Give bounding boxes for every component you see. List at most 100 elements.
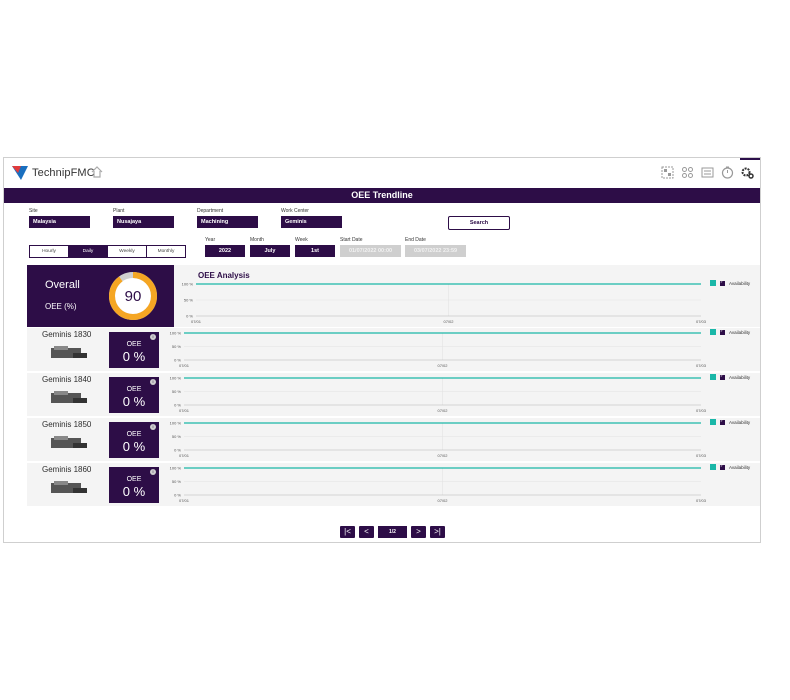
department-label: Department	[197, 208, 224, 214]
chart-legend[interactable]: Availability	[710, 328, 750, 335]
list-icon[interactable]	[701, 166, 714, 179]
end-date-field[interactable]: 03/07/2022 23:59	[405, 245, 466, 257]
search-button[interactable]: Search	[448, 216, 510, 230]
info-icon[interactable]: i	[150, 469, 156, 475]
top-bar: TechnipFMC	[4, 158, 760, 188]
overall-value: 90	[125, 288, 142, 305]
week-select[interactable]: 1st	[295, 245, 335, 257]
machine-image-icon	[51, 436, 87, 448]
x-tick-label: 07/01	[179, 498, 190, 503]
brand-name: TechnipFMC	[32, 167, 95, 179]
y-tick-label: 0 %	[186, 314, 193, 319]
chart-legend[interactable]: Availability	[710, 279, 751, 286]
start-date-field[interactable]: 01/07/2022 00:00	[340, 245, 401, 257]
month-label: Month	[250, 237, 264, 243]
home-icon[interactable]	[91, 166, 103, 178]
machine-chart: 100 % 50 % 0 %07/01 07/02 07/03	[170, 466, 707, 504]
period-tabs: Hourly Daily Weekly Monthly	[29, 245, 186, 258]
legend-checkbox[interactable]	[720, 418, 725, 425]
overall-gauge: 90	[109, 272, 157, 320]
info-icon[interactable]: i	[150, 424, 156, 430]
chart-legend[interactable]: Availability	[710, 463, 750, 470]
machine-chart: 100 % 50 % 0 %07/01 07/02 07/03	[170, 421, 707, 459]
machine-oee-card[interactable]: OEE 0 % i	[109, 467, 159, 503]
chart-legend[interactable]: Availability	[710, 373, 751, 380]
oee-analysis-chart: 100 % 50 % 0 %07/01 07/02 07/03	[182, 282, 707, 325]
tab-hourly[interactable]: Hourly	[30, 246, 69, 257]
y-tick-label: 0 %	[174, 493, 181, 498]
department-select[interactable]: Machining	[197, 216, 258, 228]
grid-icon[interactable]	[681, 166, 694, 179]
x-tick-label: 07/02	[443, 319, 454, 324]
site-label: Site	[29, 208, 38, 214]
info-icon[interactable]: i	[150, 379, 156, 385]
legend-label: Availability	[729, 280, 751, 286]
oee-value: 0 %	[122, 484, 146, 499]
x-tick-label: 07/03	[696, 363, 707, 368]
x-tick-label: 07/01	[179, 363, 190, 368]
month-select[interactable]: July	[250, 245, 290, 257]
machine-chart: 100 % 50 % 0 %07/01 07/02 07/03	[170, 331, 707, 369]
oee-value: 0 %	[122, 394, 146, 409]
year-select[interactable]: 2022	[205, 245, 245, 257]
end-date-label: End Date	[405, 237, 426, 243]
machine-image-icon	[51, 481, 87, 493]
first-page-button[interactable]: |<	[340, 526, 355, 538]
machine-name: Geminis 1850	[42, 420, 92, 429]
tab-weekly[interactable]: Weekly	[108, 246, 147, 257]
page-indicator: 1/2	[378, 526, 407, 538]
y-tick-label: 100 %	[170, 421, 182, 426]
machine-image-icon	[51, 346, 87, 358]
x-tick-label: 07/03	[696, 408, 707, 413]
legend-checkbox[interactable]	[720, 373, 725, 380]
brand-logo[interactable]: TechnipFMC	[12, 166, 95, 180]
y-tick-label: 0 %	[174, 358, 181, 363]
pagination: |< < 1/2 > >|	[340, 526, 445, 538]
x-tick-label: 07/03	[696, 319, 707, 324]
machine-oee-card[interactable]: OEE 0 % i	[109, 422, 159, 458]
prev-page-button[interactable]: <	[359, 526, 374, 538]
toolbar-icons	[661, 166, 754, 179]
legend-swatch	[710, 329, 716, 335]
legend-checkbox[interactable]	[720, 279, 725, 286]
site-select[interactable]: Malaysia	[29, 216, 90, 228]
machine-name: Geminis 1830	[42, 330, 92, 339]
machine-oee-card[interactable]: OEE 0 % i	[109, 332, 159, 368]
y-tick-label: 50 %	[172, 344, 182, 349]
y-tick-label: 100 %	[170, 466, 182, 471]
legend-label: Availability	[729, 374, 751, 380]
work-center-label: Work Center	[281, 208, 309, 214]
last-page-button[interactable]: >|	[430, 526, 445, 538]
y-tick-label: 100 %	[170, 376, 182, 381]
legend-swatch	[710, 464, 716, 470]
next-page-button[interactable]: >	[411, 526, 426, 538]
y-tick-label: 100 %	[170, 331, 182, 336]
info-icon[interactable]: i	[150, 334, 156, 340]
legend-checkbox[interactable]	[720, 328, 725, 335]
x-tick-label: 07/02	[437, 453, 448, 458]
tab-monthly[interactable]: Monthly	[147, 246, 185, 257]
timer-icon[interactable]	[721, 166, 734, 179]
legend-swatch	[710, 374, 716, 380]
oee-label: OEE	[126, 341, 142, 348]
overall-oee-card: Overall OEE (%) 90	[27, 265, 174, 327]
oee-label: OEE	[126, 386, 142, 393]
dashboard-icon[interactable]	[661, 166, 674, 179]
plant-label: Plant	[113, 208, 125, 214]
x-tick-label: 07/01	[179, 453, 190, 458]
x-tick-label: 07/02	[437, 498, 448, 503]
machine-oee-card[interactable]: OEE 0 % i	[109, 377, 159, 413]
app-window: TechnipFMC OEE Trendline Site Malaysia P…	[3, 157, 761, 543]
settings-icon[interactable]	[741, 166, 754, 179]
legend-checkbox[interactable]	[720, 463, 725, 470]
tab-daily[interactable]: Daily	[69, 246, 108, 257]
chart-legend[interactable]: Availability	[710, 418, 750, 425]
x-tick-label: 07/02	[437, 363, 448, 368]
plant-select[interactable]: Nusajaya	[113, 216, 174, 228]
x-tick-label: 07/03	[696, 453, 707, 458]
start-date-label: Start Date	[340, 237, 363, 243]
x-tick-label: 07/01	[191, 319, 202, 324]
y-tick-label: 0 %	[174, 448, 181, 453]
machine-image-icon	[51, 391, 87, 403]
work-center-select[interactable]: Geminis	[281, 216, 342, 228]
